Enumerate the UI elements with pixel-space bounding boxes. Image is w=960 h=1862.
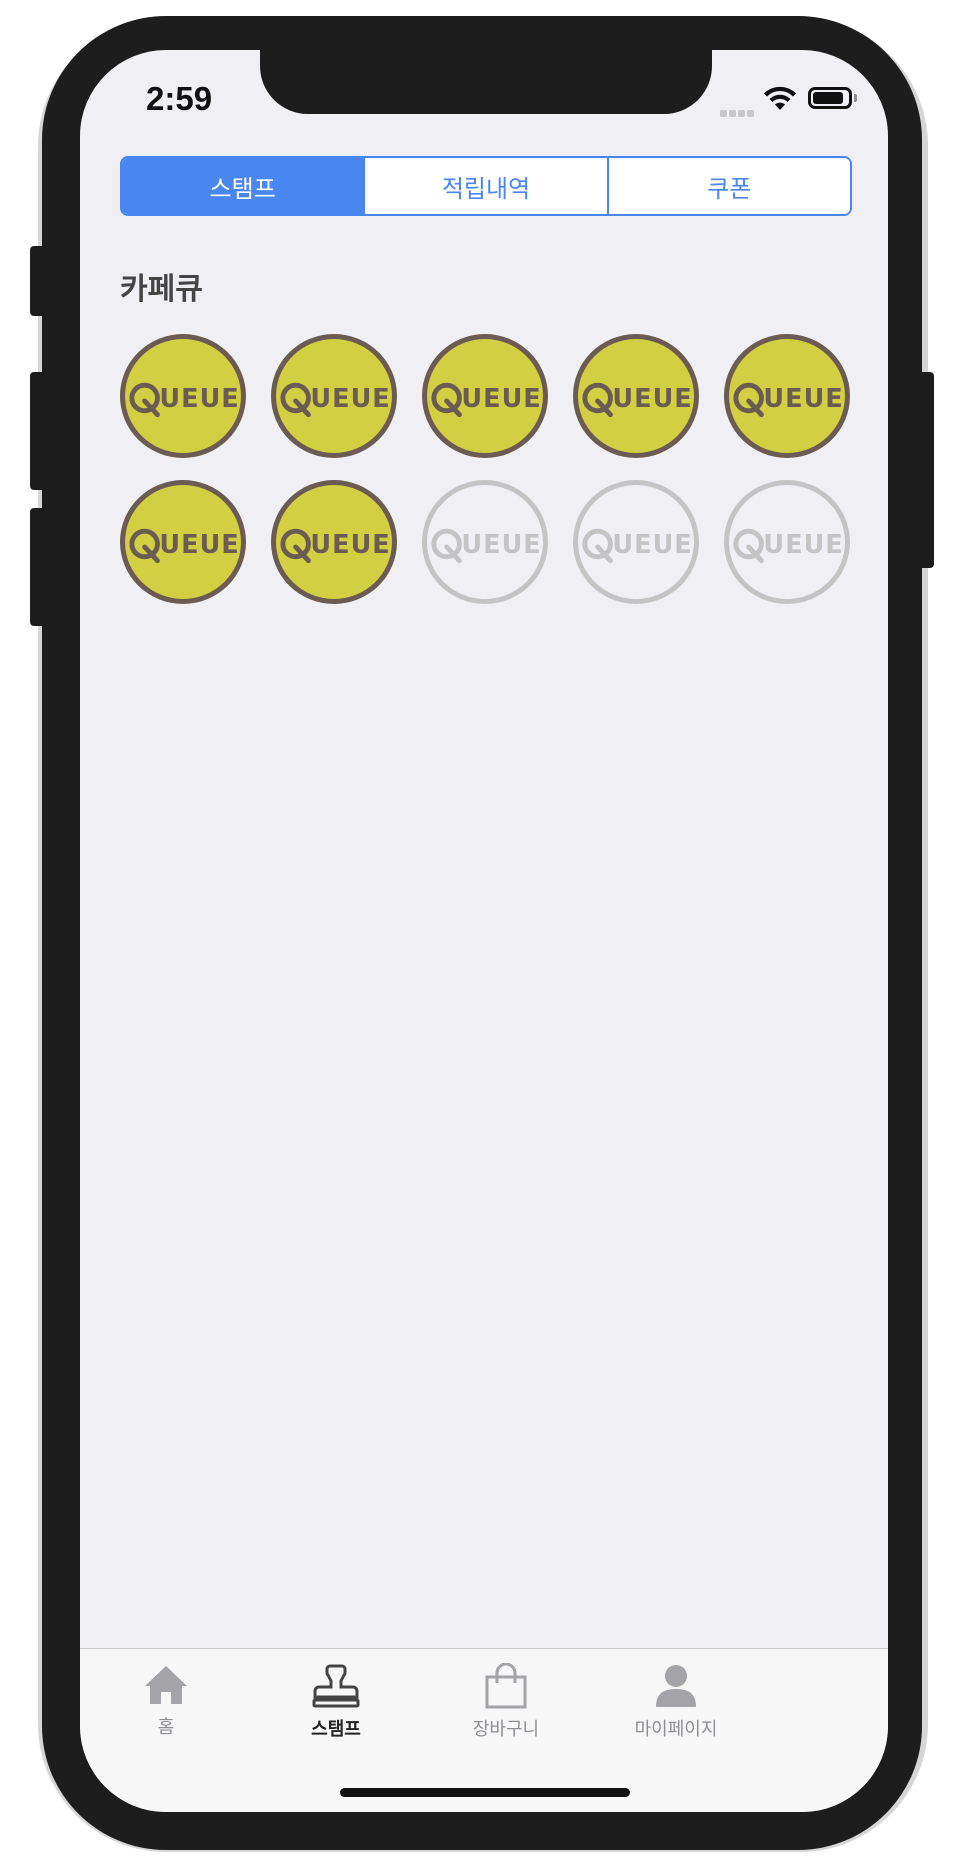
tab-history[interactable]: 적립내역 <box>365 158 609 214</box>
stamp-collected: UEUE <box>271 480 397 604</box>
shopping-bag-icon <box>485 1663 527 1709</box>
store-name: 카페큐 <box>120 272 203 307</box>
svg-text:UEUE: UEUE <box>310 384 390 414</box>
queue-logo-icon: UEUE <box>129 528 239 564</box>
battery-icon <box>808 87 852 109</box>
svg-text:UEUE: UEUE <box>612 530 692 560</box>
queue-logo-icon: UEUE <box>431 528 541 564</box>
volume-up-button <box>30 372 46 490</box>
queue-logo-icon: UEUE <box>280 528 390 564</box>
tabbar-item-cart[interactable]: 장바구니 <box>426 1663 586 1741</box>
stamp-empty: UEUE <box>573 480 699 604</box>
tab-coupon[interactable]: 쿠폰 <box>608 158 850 214</box>
volume-down-button <box>30 508 46 626</box>
segmented-control: 스탬프 적립내역 쿠폰 <box>120 156 852 216</box>
home-icon <box>145 1666 187 1704</box>
tabbar-label-mypage: 마이페이지 <box>634 1719 718 1740</box>
queue-logo-icon: UEUE <box>582 528 692 564</box>
svg-text:UEUE: UEUE <box>461 530 541 560</box>
power-button <box>918 372 934 568</box>
svg-text:UEUE: UEUE <box>763 530 843 560</box>
stamp-collected: UEUE <box>120 480 246 604</box>
stamp-empty: UEUE <box>422 480 548 604</box>
tabbar-label-cart: 장바구니 <box>472 1719 540 1740</box>
queue-logo-icon: UEUE <box>733 382 843 418</box>
tabbar-item-home[interactable]: 홈 <box>86 1663 246 1739</box>
stamp-collected: UEUE <box>422 334 548 458</box>
stamp-collected: UEUE <box>271 334 397 458</box>
stamp-empty: UEUE <box>724 480 850 604</box>
tab-stamp[interactable]: 스탬프 <box>122 158 366 214</box>
stamp-collected: UEUE <box>120 334 246 458</box>
svg-text:UEUE: UEUE <box>310 530 390 560</box>
cellular-signal-icon <box>720 102 756 121</box>
stamp-grid: UEUE UEUE UEUE UEUE UEUE UEUE UEUE UEUE UEUE UEUE <box>120 334 860 604</box>
queue-logo-icon: UEUE <box>733 528 843 564</box>
stamp-collected: UEUE <box>724 334 850 458</box>
queue-logo-icon: UEUE <box>582 382 692 418</box>
stamp-icon <box>312 1664 360 1708</box>
tabbar-label-stamp: 스탬프 <box>311 1719 361 1740</box>
svg-text:UEUE: UEUE <box>159 384 239 414</box>
queue-logo-icon: UEUE <box>280 382 390 418</box>
wifi-icon <box>763 86 797 116</box>
tabbar-item-stamp[interactable]: 스탬프 <box>256 1663 416 1741</box>
stamp-collected: UEUE <box>573 334 699 458</box>
svg-text:UEUE: UEUE <box>461 384 541 414</box>
battery-tip <box>854 94 857 102</box>
svg-text:UEUE: UEUE <box>159 530 239 560</box>
tabbar-label-home: 홈 <box>157 1717 175 1738</box>
app-screen: 2:59 스탬프 적립내역 쿠폰 카페큐 UEUE UEUE UEUE UEUE UEU… <box>80 50 888 1812</box>
tabbar-item-mypage[interactable]: 마이페이지 <box>596 1663 756 1741</box>
svg-text:UEUE: UEUE <box>763 384 843 414</box>
queue-logo-icon: UEUE <box>431 382 541 418</box>
person-icon <box>656 1665 696 1707</box>
queue-logo-icon: UEUE <box>129 382 239 418</box>
mute-switch <box>30 246 46 316</box>
notch <box>260 50 712 114</box>
home-indicator <box>340 1788 630 1797</box>
svg-text:UEUE: UEUE <box>612 384 692 414</box>
status-time: 2:59 <box>146 80 213 117</box>
